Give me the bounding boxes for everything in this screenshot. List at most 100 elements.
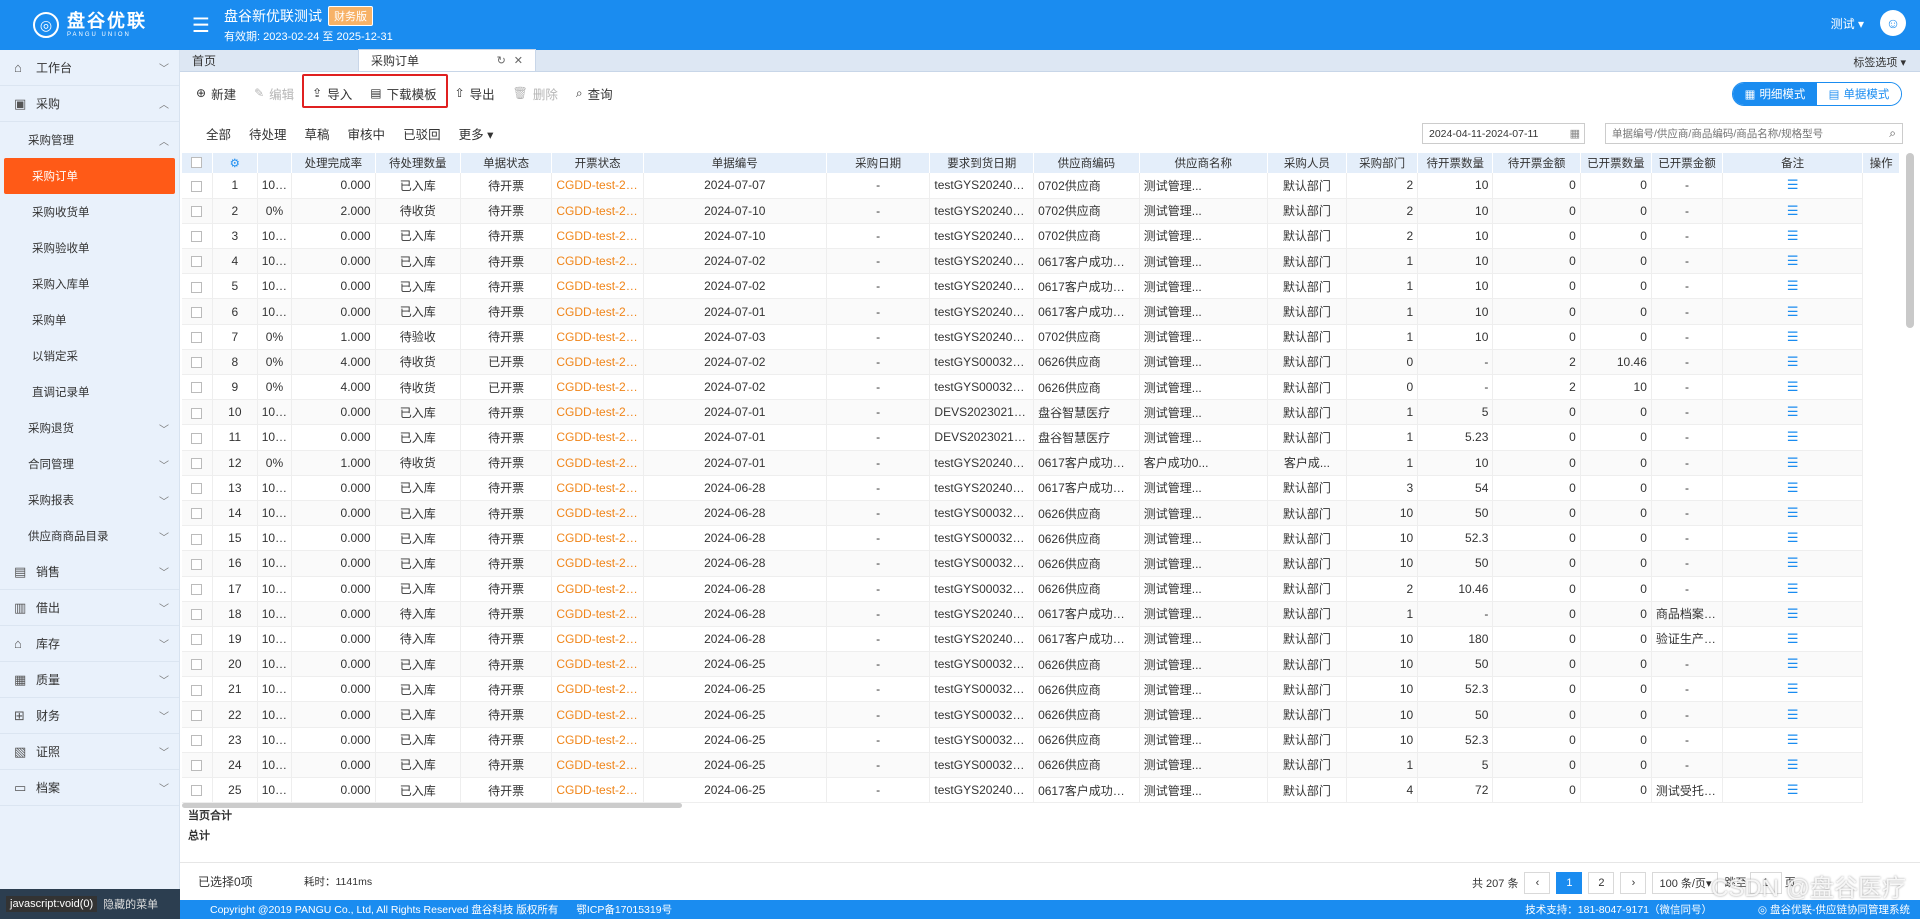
row-menu-icon[interactable]: ☰ [1787, 505, 1799, 520]
row-action-cell[interactable]: ☰ [1722, 626, 1864, 653]
sidebar-item-purchase-receipt[interactable]: 采购收货单 [0, 194, 179, 230]
filter-pending[interactable]: 待处理 [249, 124, 287, 143]
row-checkbox-cell[interactable] [182, 374, 213, 401]
sidebar-item-borrow[interactable]: ▥ 借出 ﹀ [0, 590, 179, 626]
row-checkbox-cell[interactable] [182, 500, 213, 527]
row-checkbox[interactable] [191, 457, 203, 469]
row-action-cell[interactable]: ☰ [1722, 424, 1864, 451]
row-checkbox-cell[interactable] [182, 298, 213, 325]
row-checkbox-cell[interactable] [182, 777, 213, 803]
sidebar-item-purchase-bill[interactable]: 采购单 [0, 302, 179, 338]
new-button[interactable]: ⊕ 新建 [196, 84, 236, 103]
page-button-2[interactable]: 2 [1588, 872, 1615, 894]
row-menu-icon[interactable]: ☰ [1787, 681, 1799, 696]
row-checkbox-cell[interactable] [182, 727, 213, 753]
order-number-link[interactable]: CGDD-test-202407050001 [551, 248, 644, 275]
column-header[interactable]: 供应商名称 [1139, 153, 1268, 173]
table-row[interactable]: 90%4.000待收货已开票CGDD-test-2024070200012024… [182, 374, 1900, 401]
column-header[interactable]: 要求到货日期 [929, 153, 1035, 173]
row-action-cell[interactable]: ☰ [1722, 576, 1864, 602]
row-checkbox-cell[interactable] [182, 324, 213, 350]
table-row[interactable]: 120%1.000待收货待开票CGDD-test-202407010005202… [182, 450, 1900, 476]
row-menu-icon[interactable]: ☰ [1787, 480, 1799, 495]
column-settings-header[interactable]: ⚙ [212, 153, 258, 173]
row-checkbox[interactable] [191, 357, 203, 369]
column-header[interactable]: 待开票数量 [1417, 153, 1494, 173]
table-row[interactable]: 14100%0.000已入库待开票CGDD-test-2024070100022… [182, 500, 1900, 527]
table-row[interactable]: 6100%0.000已入库待开票CGDD-test-20240704000120… [182, 298, 1900, 325]
row-checkbox[interactable] [191, 180, 203, 192]
table-row[interactable]: 19100%0.000待入库待开票CGDD-test-2024062800092… [182, 626, 1900, 653]
row-menu-icon[interactable]: ☰ [1787, 631, 1799, 646]
row-checkbox-cell[interactable] [182, 424, 213, 451]
sidebar-item-purchase-check[interactable]: 采购验收单 [0, 230, 179, 266]
row-checkbox[interactable] [191, 332, 203, 344]
row-checkbox[interactable] [191, 709, 203, 721]
avatar[interactable]: ☺ [1880, 10, 1906, 36]
row-action-cell[interactable]: ☰ [1722, 601, 1864, 627]
row-action-cell[interactable]: ☰ [1722, 223, 1864, 250]
row-menu-icon[interactable]: ☰ [1787, 429, 1799, 444]
row-checkbox[interactable] [191, 432, 203, 444]
table-row[interactable]: 11100%0.000已入库待开票CGDD-test-2024070100062… [182, 424, 1900, 451]
order-number-link[interactable]: CGDD-test-202407010006 [551, 424, 644, 451]
order-number-link[interactable]: CGDD-test-202407100003 [551, 173, 644, 199]
bill-mode-button[interactable]: ▤ 单据模式 [1817, 83, 1901, 105]
row-checkbox[interactable] [191, 684, 203, 696]
order-number-link[interactable]: CGDD-test-202406280006 [551, 752, 644, 779]
order-number-link[interactable]: CGDD-test-202407100002 [551, 198, 644, 224]
row-action-cell[interactable]: ☰ [1722, 198, 1864, 224]
row-action-cell[interactable]: ☰ [1722, 701, 1864, 728]
row-checkbox-cell[interactable] [182, 550, 213, 577]
prev-page-button[interactable]: ‹ [1524, 872, 1551, 894]
row-checkbox-cell[interactable] [182, 676, 213, 703]
order-number-link[interactable]: CGDD-test-202407100001 [551, 223, 644, 250]
row-checkbox-cell[interactable] [182, 752, 213, 779]
table-row[interactable]: 22100%0.000已入库待开票CGDD-test-2024062800072… [182, 701, 1900, 728]
row-checkbox[interactable] [191, 583, 203, 595]
column-header[interactable]: 已开票数量 [1580, 153, 1652, 173]
row-menu-icon[interactable]: ☰ [1787, 455, 1799, 470]
order-number-link[interactable]: CGDD-test-202407020001 [551, 374, 644, 401]
logo[interactable]: ◎ 盘谷优联 PANGU UNION [0, 0, 180, 50]
row-checkbox[interactable] [191, 306, 203, 318]
column-header[interactable]: 待开票金额 [1492, 153, 1581, 173]
detail-mode-button[interactable]: ▦ 明细模式 [1733, 83, 1817, 105]
column-header[interactable]: 已开票金额 [1651, 153, 1724, 173]
column-header[interactable]: 待处理数量 [375, 153, 461, 173]
page-size-select[interactable]: 100 条/页 ▾ [1652, 872, 1719, 894]
row-checkbox-cell[interactable] [182, 198, 213, 224]
row-action-cell[interactable]: ☰ [1722, 500, 1864, 527]
tab-home[interactable]: 首页 [180, 49, 358, 71]
row-checkbox[interactable] [191, 785, 203, 797]
row-checkbox-cell[interactable] [182, 651, 213, 678]
row-menu-icon[interactable]: ☰ [1787, 177, 1799, 192]
row-action-cell[interactable]: ☰ [1722, 349, 1864, 376]
row-checkbox-cell[interactable] [182, 626, 213, 653]
search-input[interactable] [1612, 127, 1872, 140]
icp-link[interactable]: 鄂ICP备17015319号 [576, 902, 672, 917]
row-action-cell[interactable]: ☰ [1722, 374, 1864, 401]
row-checkbox[interactable] [191, 735, 203, 747]
row-checkbox[interactable] [191, 558, 203, 570]
order-number-link[interactable]: CGDD-test-202406280007 [551, 727, 644, 753]
hidden-menu-label[interactable]: 隐藏的菜单 [103, 896, 158, 912]
sidebar-item-inventory[interactable]: ⌂ 库存 ﹀ [0, 626, 179, 662]
row-action-cell[interactable]: ☰ [1722, 273, 1864, 300]
row-checkbox[interactable] [191, 760, 203, 772]
table-row[interactable]: 70%1.000待验收待开票CGDD-test-2024070300012024… [182, 324, 1900, 350]
table-row[interactable]: 24100%0.000已入库待开票CGDD-test-2024062800062… [182, 752, 1900, 779]
filter-reviewing[interactable]: 审核中 [348, 124, 386, 143]
table-row[interactable]: 20100%0.000已入库待开票CGDD-test-2024062800082… [182, 651, 1900, 678]
row-action-cell[interactable]: ☰ [1722, 399, 1864, 426]
row-checkbox[interactable] [191, 609, 203, 621]
row-menu-icon[interactable]: ☰ [1787, 379, 1799, 394]
row-menu-icon[interactable]: ☰ [1787, 707, 1799, 722]
vertical-scrollbar[interactable] [1906, 153, 1914, 328]
row-action-cell[interactable]: ☰ [1722, 752, 1864, 779]
order-number-link[interactable]: CGDD-test-202407030001 [551, 324, 644, 350]
row-action-cell[interactable]: ☰ [1722, 525, 1864, 552]
row-action-cell[interactable]: ☰ [1722, 248, 1864, 275]
tab-options-dropdown[interactable]: 标签选项 ▾ [1853, 54, 1906, 70]
date-range-picker[interactable]: 2024-04-11-2024-07-11 ▦ [1422, 123, 1585, 144]
